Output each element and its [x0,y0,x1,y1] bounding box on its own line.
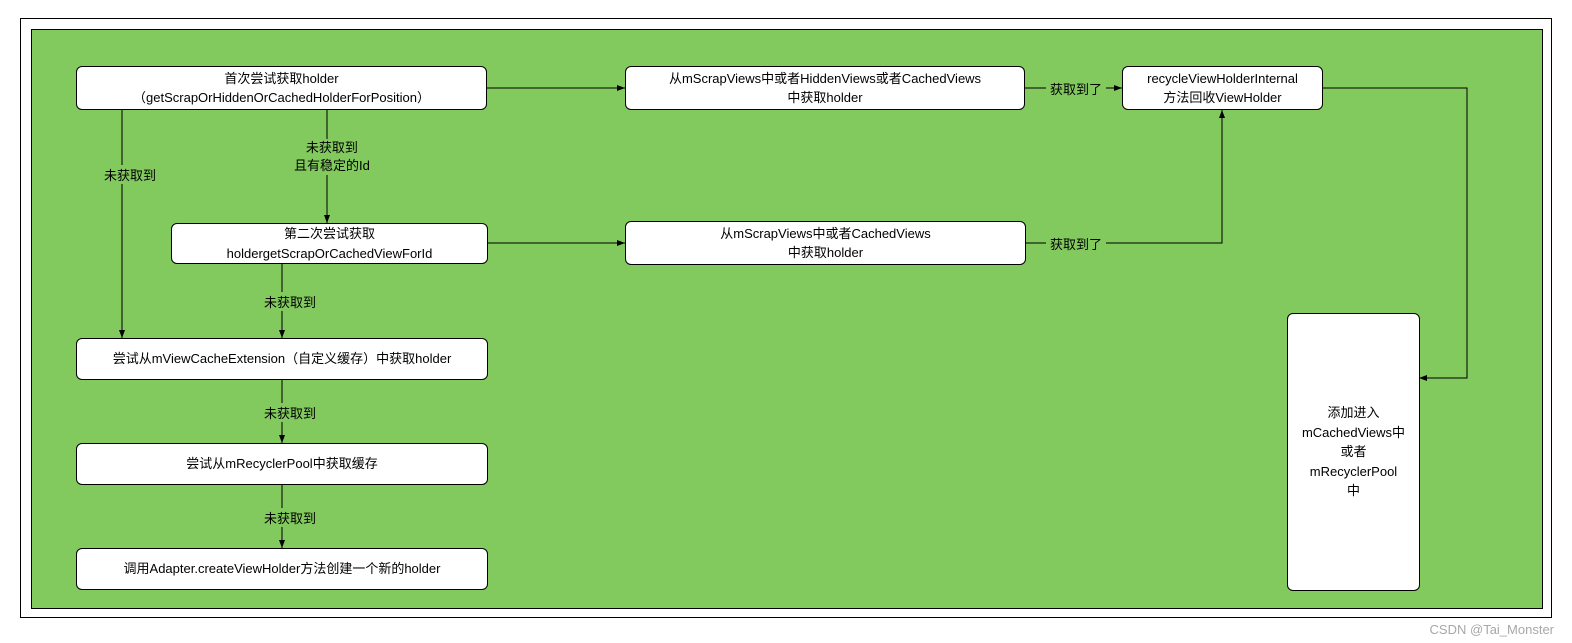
text-line: 中 [1347,481,1360,501]
text-line: 方法回收ViewHolder [1163,88,1281,108]
node-create-viewholder: 调用Adapter.createViewHolder方法创建一个新的holder [76,548,488,590]
node-first-attempt: 首次尝试获取holder （getScrapOrHiddenOrCachedHo… [76,66,487,110]
edge-label-not-got-stable-id: 未获取到 且有稳定的Id [290,139,374,175]
node-scrap-cached: 从mScrapViews中或者CachedViews 中获取holder [625,221,1026,265]
text-line: 或者mRecyclerPool [1300,442,1407,481]
node-scrap-hidden-cached: 从mScrapViews中或者HiddenViews或者CachedViews … [625,66,1025,110]
watermark: CSDN @Tai_Monster [1430,622,1554,637]
diagram-canvas: 首次尝试获取holder （getScrapOrHiddenOrCachedHo… [31,29,1543,609]
text-line: 调用Adapter.createViewHolder方法创建一个新的holder [124,559,441,579]
edge-label-not-got-3: 未获取到 [260,403,320,422]
text-line: 尝试从mViewCacheExtension（自定义缓存）中获取holder [113,349,452,369]
text-line: 从mScrapViews中或者CachedViews [720,224,930,244]
edge-label-got-it-1: 获取到了 [1046,79,1106,98]
edge-label-not-got-4: 未获取到 [260,508,320,527]
text-line: 添加进入 [1327,403,1379,423]
text-line: （getScrapOrHiddenOrCachedHolderForPositi… [133,88,430,108]
text-line: 中获取holder [787,88,862,108]
text-line: 第二次尝试获取holdergetScrapOrCachedViewForId [184,224,475,263]
text-line: 首次尝试获取holder [224,69,338,89]
outer-frame: 首次尝试获取holder （getScrapOrHiddenOrCachedHo… [20,18,1552,618]
node-recycle-internal: recycleViewHolderInternal 方法回收ViewHolder [1122,66,1323,110]
text-line: 尝试从mRecyclerPool中获取缓存 [186,454,377,474]
node-view-cache-extension: 尝试从mViewCacheExtension（自定义缓存）中获取holder [76,338,488,380]
edge-label-not-got-2: 未获取到 [260,292,320,311]
node-add-to-cache: 添加进入 mCachedViews中 或者mRecyclerPool 中 [1287,313,1420,591]
text-line: 从mScrapViews中或者HiddenViews或者CachedViews [669,69,981,89]
node-second-attempt: 第二次尝试获取holdergetScrapOrCachedViewForId [171,223,488,264]
node-recycler-pool: 尝试从mRecyclerPool中获取缓存 [76,443,488,485]
edge-label-not-got-1: 未获取到 [100,165,160,184]
text-line: recycleViewHolderInternal [1147,69,1298,89]
text-line: 中获取holder [788,243,863,263]
text-line: mCachedViews中 [1302,423,1405,443]
edge-label-got-it-2: 获取到了 [1046,234,1106,253]
